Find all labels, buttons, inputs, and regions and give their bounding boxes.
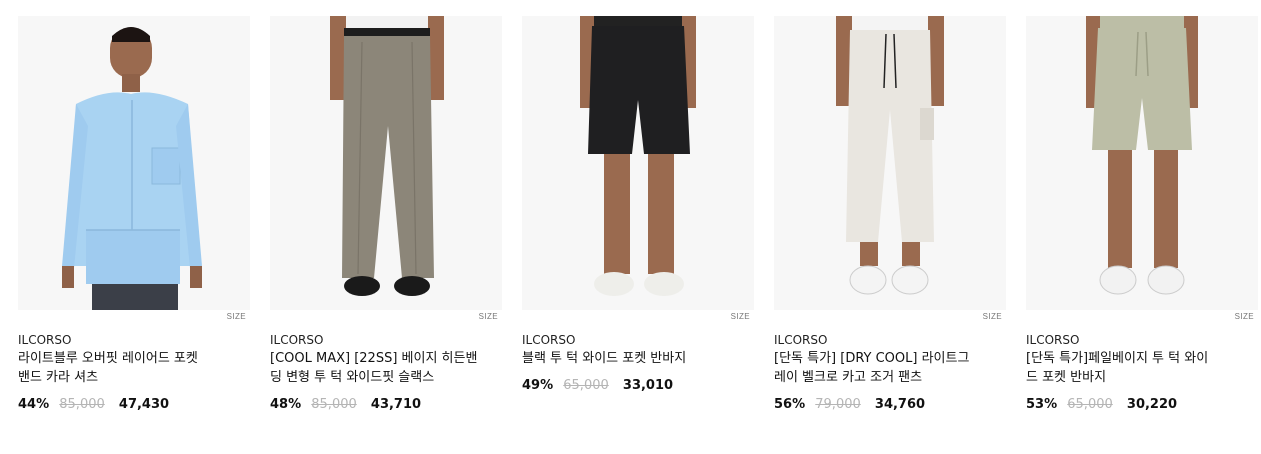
title-line: 밴드 카라 셔츠 <box>18 370 99 385</box>
product-image[interactable] <box>18 16 250 310</box>
discount-rate: 53% <box>1026 397 1058 412</box>
title-line: [단독 특가]페일베이지 투 턱 와이 <box>1026 351 1209 366</box>
black-shorts-model-illustration <box>580 16 696 296</box>
original-price: 85,000 <box>311 397 357 412</box>
product-brand[interactable]: ILCORSO <box>18 333 71 347</box>
size-badge[interactable]: SIZE <box>479 312 498 321</box>
product-brand[interactable]: ILCORSO <box>522 333 575 347</box>
product-brand[interactable]: ILCORSO <box>774 333 827 347</box>
original-price: 79,000 <box>815 397 861 412</box>
title-line: [단독 특가] [DRY COOL] 라이트그 <box>774 351 970 366</box>
original-price: 85,000 <box>59 397 105 412</box>
title-line: 라이트블루 오버핏 레이어드 포켓 <box>18 351 198 366</box>
sale-price: 30,220 <box>1126 397 1178 412</box>
product-image[interactable] <box>270 16 502 310</box>
product-title[interactable]: 라이트블루 오버핏 레이어드 포켓 밴드 카라 셔츠 <box>18 349 238 387</box>
product-image[interactable] <box>522 16 754 310</box>
product-card[interactable]: SIZE ILCORSO [COOL MAX] [22SS] 베이지 히든밴 딩… <box>270 16 502 412</box>
product-image[interactable] <box>1026 16 1258 310</box>
slacks-model-illustration <box>330 16 444 296</box>
size-badge[interactable]: SIZE <box>227 312 246 321</box>
sale-price: 47,430 <box>118 397 170 412</box>
product-card[interactable]: SIZE ILCORSO 라이트블루 오버핏 레이어드 포켓 밴드 카라 셔츠 … <box>18 16 250 412</box>
original-price: 65,000 <box>1067 397 1113 412</box>
title-line: 딩 변형 투 턱 와이드핏 슬랙스 <box>270 370 435 385</box>
product-card[interactable]: SIZE ILCORSO 블랙 투 턱 와이드 포켓 반바지 49% 65,00… <box>522 16 754 393</box>
title-line: 블랙 투 턱 와이드 포켓 반바지 <box>522 351 687 366</box>
title-line: [COOL MAX] [22SS] 베이지 히든밴 <box>270 351 478 366</box>
product-brand[interactable]: ILCORSO <box>270 333 323 347</box>
title-line: 레이 벨크로 카고 조거 팬츠 <box>774 370 923 385</box>
product-title[interactable]: [단독 특가]페일베이지 투 턱 와이 드 포켓 반바지 <box>1026 349 1246 387</box>
discount-rate: 44% <box>18 397 50 412</box>
shirt-model-illustration <box>62 27 202 310</box>
original-price: 65,000 <box>563 378 609 393</box>
size-badge[interactable]: SIZE <box>1235 312 1254 321</box>
price-row: 56% 79,000 34,760 <box>774 397 925 412</box>
product-title[interactable]: 블랙 투 턱 와이드 포켓 반바지 <box>522 349 742 368</box>
jogger-pants-model-illustration <box>836 16 944 295</box>
product-brand[interactable]: ILCORSO <box>1026 333 1079 347</box>
product-title[interactable]: [COOL MAX] [22SS] 베이지 히든밴 딩 변형 투 턱 와이드핏 … <box>270 349 490 387</box>
sale-price: 43,710 <box>370 397 422 412</box>
product-card[interactable]: SIZE ILCORSO [단독 특가]페일베이지 투 턱 와이 드 포켓 반바… <box>1026 16 1258 412</box>
price-row: 48% 85,000 43,710 <box>270 397 421 412</box>
product-image[interactable] <box>774 16 1006 310</box>
title-line: 드 포켓 반바지 <box>1026 370 1107 385</box>
sale-price: 33,010 <box>622 378 674 393</box>
size-badge[interactable]: SIZE <box>983 312 1002 321</box>
product-title[interactable]: [단독 특가] [DRY COOL] 라이트그 레이 벨크로 카고 조거 팬츠 <box>774 349 994 387</box>
discount-rate: 49% <box>522 378 554 393</box>
discount-rate: 48% <box>270 397 302 412</box>
product-card[interactable]: SIZE ILCORSO [단독 특가] [DRY COOL] 라이트그 레이 … <box>774 16 1006 412</box>
price-row: 49% 65,000 33,010 <box>522 378 673 393</box>
beige-shorts-model-illustration <box>1086 16 1198 295</box>
price-row: 44% 85,000 47,430 <box>18 397 169 412</box>
discount-rate: 56% <box>774 397 806 412</box>
price-row: 53% 65,000 30,220 <box>1026 397 1177 412</box>
sale-price: 34,760 <box>874 397 926 412</box>
size-badge[interactable]: SIZE <box>731 312 750 321</box>
product-grid: SIZE ILCORSO 라이트블루 오버핏 레이어드 포켓 밴드 카라 셔츠 … <box>18 16 1258 436</box>
